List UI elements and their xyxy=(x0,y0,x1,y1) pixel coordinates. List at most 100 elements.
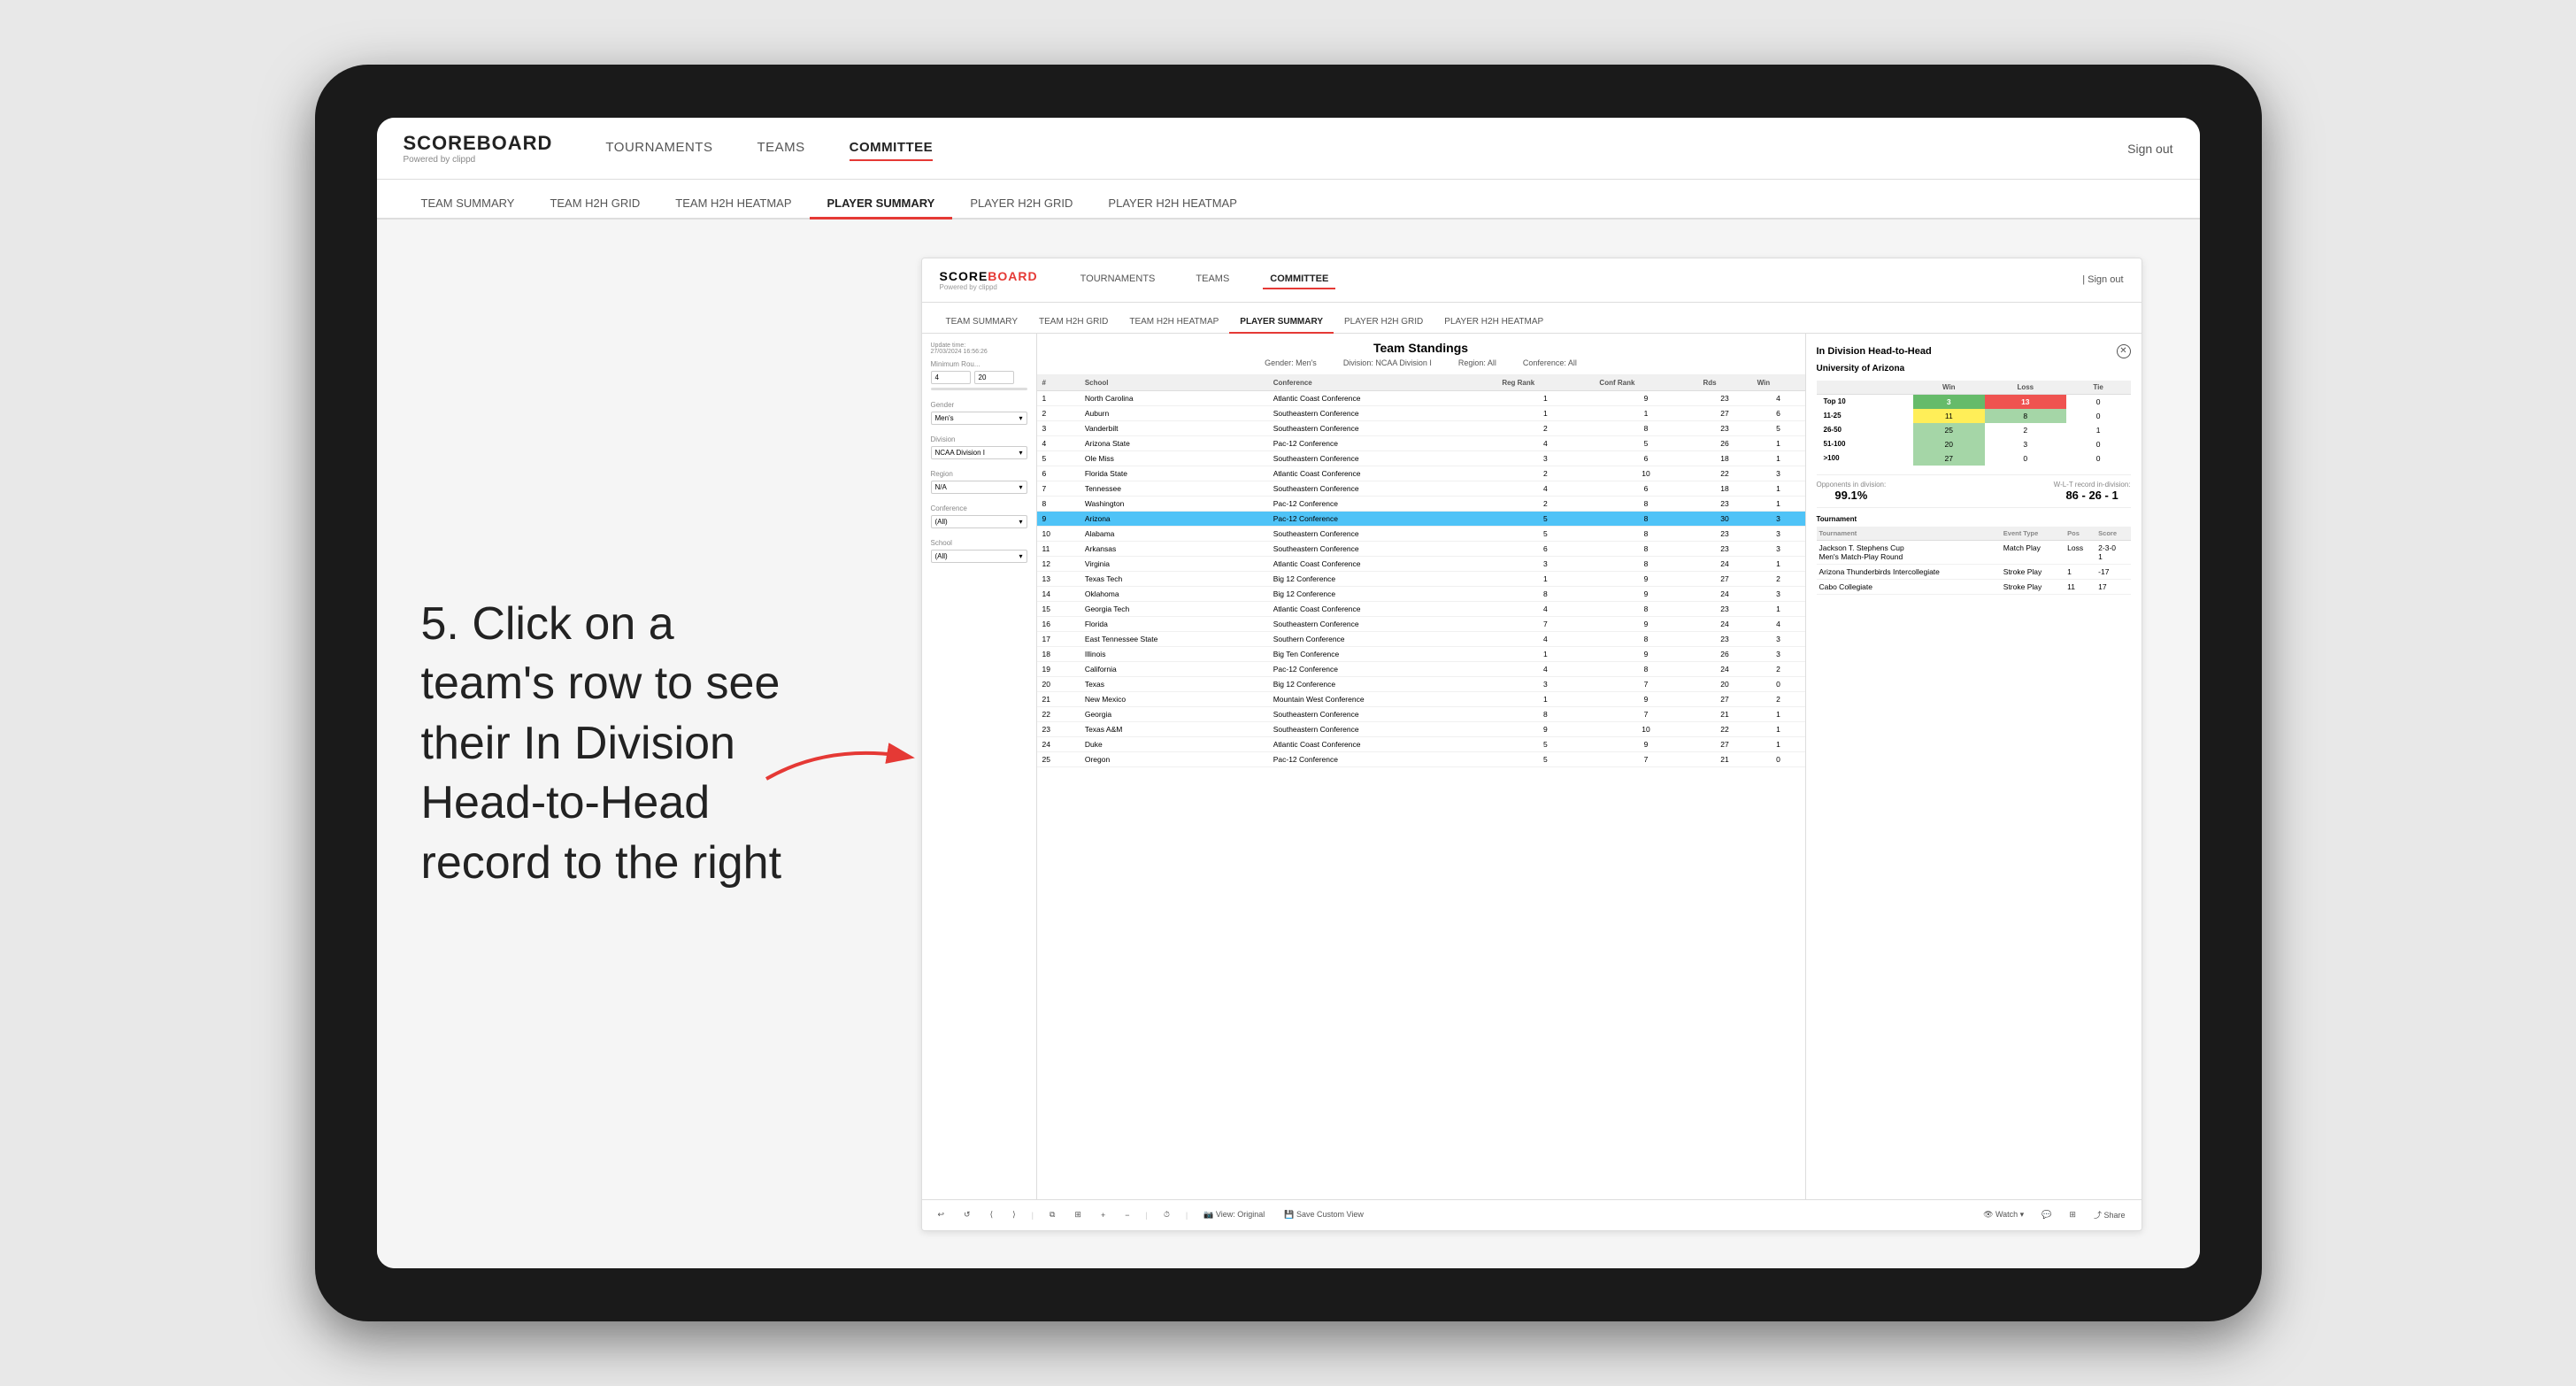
table-row[interactable]: 7 Tennessee Southeastern Conference 4 6 … xyxy=(1037,481,1805,496)
app-sub-player-summary[interactable]: PLAYER SUMMARY xyxy=(1229,312,1334,334)
app-sub-player-h2h-heatmap[interactable]: PLAYER H2H HEATMAP xyxy=(1434,312,1554,334)
division-select[interactable]: NCAA Division I ▾ xyxy=(931,446,1027,459)
sub-nav-team-h2h-grid[interactable]: TEAM H2H GRID xyxy=(532,189,657,219)
cell-num: 23 xyxy=(1037,721,1080,736)
min-rounds-min[interactable]: 4 xyxy=(931,371,971,384)
share-button[interactable]: ⤴ Share xyxy=(2088,1207,2131,1222)
h2h-col-label xyxy=(1817,381,1913,395)
h2h-loss: 8 xyxy=(1985,409,2066,423)
cell-conference: Pac-12 Conference xyxy=(1268,751,1497,766)
table-row[interactable]: 14 Oklahoma Big 12 Conference 8 9 24 3 xyxy=(1037,586,1805,601)
watch-button[interactable]: 👁 Watch ▾ xyxy=(1978,1208,2029,1221)
table-row[interactable]: 24 Duke Atlantic Coast Conference 5 9 27… xyxy=(1037,736,1805,751)
paste-button[interactable]: ⊞ xyxy=(1069,1208,1087,1221)
conference-select[interactable]: (All) ▾ xyxy=(931,515,1027,528)
school-select[interactable]: (All) ▾ xyxy=(931,550,1027,563)
toolbar-sep1: | xyxy=(1032,1211,1034,1220)
sub-nav-player-summary[interactable]: PLAYER SUMMARY xyxy=(810,189,953,219)
sign-out-button[interactable]: Sign out xyxy=(2127,142,2172,156)
table-row[interactable]: 2 Auburn Southeastern Conference 1 1 27 … xyxy=(1037,405,1805,420)
tablet-screen: SCOREBOARD Powered by clippd TOURNAMENTS… xyxy=(377,118,2200,1268)
cell-num: 12 xyxy=(1037,556,1080,571)
close-button[interactable]: ✕ xyxy=(2117,344,2131,358)
stats-row: Opponents in division: 99.1% W-L-T recor… xyxy=(1817,474,2131,508)
comment-button[interactable]: 💬 xyxy=(2036,1208,2057,1221)
h2h-win: 11 xyxy=(1913,409,1985,423)
table-row[interactable]: 11 Arkansas Southeastern Conference 6 8 … xyxy=(1037,541,1805,556)
h2h-loss: 3 xyxy=(1985,437,2066,451)
cell-conference: Southeastern Conference xyxy=(1268,616,1497,631)
redo-button[interactable]: ↺ xyxy=(958,1208,976,1221)
app-sub-player-h2h-grid[interactable]: PLAYER H2H GRID xyxy=(1334,312,1434,334)
app-nav-committee[interactable]: COMMITTEE xyxy=(1263,270,1335,289)
min-rounds-max[interactable]: 20 xyxy=(974,371,1014,384)
view-original-button[interactable]: 📷 View: Original xyxy=(1198,1208,1270,1221)
cell-win: 1 xyxy=(1752,496,1805,511)
nav-link-tournaments[interactable]: TOURNAMENTS xyxy=(605,135,712,161)
table-row[interactable]: 3 Vanderbilt Southeastern Conference 2 8… xyxy=(1037,420,1805,435)
region-select[interactable]: N/A ▾ xyxy=(931,481,1027,494)
filter-slider[interactable] xyxy=(931,388,1027,390)
table-row[interactable]: 20 Texas Big 12 Conference 3 7 20 0 xyxy=(1037,676,1805,691)
sub-nav-player-h2h-heatmap[interactable]: PLAYER H2H HEATMAP xyxy=(1090,189,1254,219)
step-fwd-button[interactable]: ⟩ xyxy=(1007,1208,1021,1221)
h2h-label: 11-25 xyxy=(1817,409,1913,423)
filter-school: School (All) ▾ xyxy=(931,539,1027,563)
add-button[interactable]: + xyxy=(1096,1209,1111,1221)
table-row[interactable]: 17 East Tennessee State Southern Confere… xyxy=(1037,631,1805,646)
nav-link-teams[interactable]: TEAMS xyxy=(757,135,804,161)
region-label: Region xyxy=(931,470,1027,478)
table-row[interactable]: 6 Florida State Atlantic Coast Conferenc… xyxy=(1037,466,1805,481)
sub-nav-team-h2h-heatmap[interactable]: TEAM H2H HEATMAP xyxy=(657,189,809,219)
table-row[interactable]: 18 Illinois Big Ten Conference 1 9 26 3 xyxy=(1037,646,1805,661)
h2h-loss: 13 xyxy=(1985,394,2066,409)
app-sign-out[interactable]: | Sign out xyxy=(2082,274,2123,285)
gender-select[interactable]: Men's ▾ xyxy=(931,412,1027,425)
table-row[interactable]: 10 Alabama Southeastern Conference 5 8 2… xyxy=(1037,526,1805,541)
table-row[interactable]: 1 North Carolina Atlantic Coast Conferen… xyxy=(1037,390,1805,405)
table-row[interactable]: 16 Florida Southeastern Conference 7 9 2… xyxy=(1037,616,1805,631)
sub-nav-team-summary[interactable]: TEAM SUMMARY xyxy=(404,189,533,219)
undo-button[interactable]: ↩ xyxy=(933,1208,950,1221)
table-row[interactable]: 23 Texas A&M Southeastern Conference 9 1… xyxy=(1037,721,1805,736)
app-sub-team-h2h-heatmap[interactable]: TEAM H2H HEATMAP xyxy=(1119,312,1229,334)
cell-win: 0 xyxy=(1752,751,1805,766)
col-school: School xyxy=(1080,375,1268,391)
app-nav-tournaments[interactable]: TOURNAMENTS xyxy=(1073,270,1163,289)
table-row[interactable]: 5 Ole Miss Southeastern Conference 3 6 1… xyxy=(1037,450,1805,466)
sub-nav-player-h2h-grid[interactable]: PLAYER H2H GRID xyxy=(952,189,1090,219)
copy-button[interactable]: ⧉ xyxy=(1044,1208,1060,1221)
cell-rds: 23 xyxy=(1698,526,1752,541)
tourn-name: Jackson T. Stephens Cup Men's Match-Play… xyxy=(1817,540,2001,564)
table-row[interactable]: 21 New Mexico Mountain West Conference 1… xyxy=(1037,691,1805,706)
table-row[interactable]: 4 Arizona State Pac-12 Conference 4 5 26… xyxy=(1037,435,1805,450)
cell-conference: Southeastern Conference xyxy=(1268,541,1497,556)
remove-button[interactable]: − xyxy=(1119,1209,1134,1221)
h2h-win: 20 xyxy=(1913,437,1985,451)
table-row[interactable]: 22 Georgia Southeastern Conference 8 7 2… xyxy=(1037,706,1805,721)
cell-school: Texas Tech xyxy=(1080,571,1268,586)
wlt-value: 86 - 26 - 1 xyxy=(2065,489,2118,502)
table-row[interactable]: 15 Georgia Tech Atlantic Coast Conferenc… xyxy=(1037,601,1805,616)
table-row[interactable]: 19 California Pac-12 Conference 4 8 24 2 xyxy=(1037,661,1805,676)
save-custom-button[interactable]: 💾 Save Custom View xyxy=(1279,1208,1369,1221)
table-row[interactable]: 25 Oregon Pac-12 Conference 5 7 21 0 xyxy=(1037,751,1805,766)
table-row[interactable]: 12 Virginia Atlantic Coast Conference 3 … xyxy=(1037,556,1805,571)
app-nav-teams[interactable]: TEAMS xyxy=(1188,270,1236,289)
grid-button[interactable]: ⊞ xyxy=(2064,1208,2081,1221)
tourn-type: Stroke Play xyxy=(2001,564,2065,579)
h2h-tie: 0 xyxy=(2066,409,2131,423)
app-sub-team-summary[interactable]: TEAM SUMMARY xyxy=(935,312,1029,334)
table-row[interactable]: 8 Washington Pac-12 Conference 2 8 23 1 xyxy=(1037,496,1805,511)
app-sub-team-h2h-grid[interactable]: TEAM H2H GRID xyxy=(1028,312,1119,334)
table-row[interactable]: 13 Texas Tech Big 12 Conference 1 9 27 2 xyxy=(1037,571,1805,586)
division-label: Division xyxy=(931,435,1027,443)
step-back-button[interactable]: ⟨ xyxy=(985,1208,999,1221)
clock-button[interactable]: ⏱ xyxy=(1158,1208,1175,1221)
cell-conf-rank: 9 xyxy=(1594,646,1697,661)
table-row[interactable]: 9 Arizona Pac-12 Conference 5 8 30 3 xyxy=(1037,511,1805,526)
filter-min-rounds: Minimum Rou... 4 20 xyxy=(931,360,1027,390)
h2h-win: 3 xyxy=(1913,394,1985,409)
filter-conference: Conference (All) ▾ xyxy=(931,504,1027,528)
nav-link-committee[interactable]: COMMITTEE xyxy=(850,135,934,161)
